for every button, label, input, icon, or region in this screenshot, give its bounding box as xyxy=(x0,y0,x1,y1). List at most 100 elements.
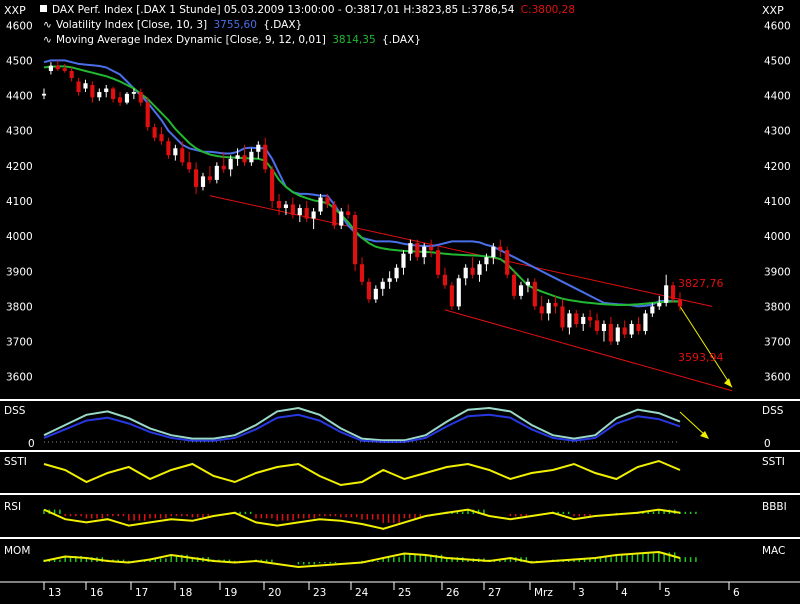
candle-up xyxy=(284,204,288,208)
candle-down xyxy=(159,134,163,141)
candle-down xyxy=(76,81,80,92)
candle-up xyxy=(381,282,385,289)
legend[interactable]: DAX Perf. Index [.DAX 1 Stunde] 05.03.20… xyxy=(40,4,575,46)
candle-down xyxy=(678,299,682,306)
mom-label-right: MAC xyxy=(762,545,785,557)
y-tick-label-right: 3900 xyxy=(764,266,791,278)
y-tick-label-left: 4200 xyxy=(6,161,33,173)
candle-up xyxy=(519,285,523,296)
candle-up xyxy=(215,166,219,180)
candle-up xyxy=(650,306,654,313)
candle-up xyxy=(298,208,302,215)
candle-up xyxy=(132,92,136,94)
candle-down xyxy=(595,320,599,331)
candle-up xyxy=(104,89,108,93)
dss-zero-left: 0 xyxy=(28,438,35,450)
candle-up xyxy=(643,313,647,331)
dss-label-left: DSS xyxy=(4,405,26,417)
candle-up xyxy=(173,148,177,155)
y-tick-label-right: 3700 xyxy=(764,337,791,349)
candle-up xyxy=(464,268,468,279)
candle-down xyxy=(360,264,364,282)
candle-down xyxy=(353,215,357,264)
x-tick-label: 4 xyxy=(621,587,628,599)
candle-down xyxy=(415,243,419,257)
moving-average-legend-icon: ∿ xyxy=(43,34,52,46)
candle-up xyxy=(235,155,239,159)
legend-main-text: DAX Perf. Index [.DAX 1 Stunde] 05.03.20… xyxy=(52,4,515,16)
candle-up xyxy=(125,94,129,103)
y-tick-label-right: 3800 xyxy=(764,301,791,313)
y-tick-label-right: 4100 xyxy=(764,196,791,208)
candle-up xyxy=(256,145,260,152)
candle-down xyxy=(70,71,74,78)
symbol-left-label: XXP xyxy=(4,4,26,17)
x-tick-label: 27 xyxy=(488,587,501,599)
candle-down xyxy=(263,145,267,170)
candle-down xyxy=(291,204,295,215)
candle-up xyxy=(567,313,571,327)
candle-up xyxy=(484,257,488,264)
upper-trend-line xyxy=(210,196,712,307)
dss-zero-right: 0 xyxy=(764,438,771,450)
candle-up xyxy=(657,303,661,307)
candle-down xyxy=(505,250,509,275)
candle-down xyxy=(118,97,122,102)
candle-up xyxy=(616,327,620,341)
dss-signal-line xyxy=(44,408,680,440)
candle-down xyxy=(139,92,143,103)
candle-up xyxy=(526,282,530,286)
chart-window: XXP XXP DAX Perf. Index [.DAX 1 Stunde] … xyxy=(0,0,800,600)
y-tick-label-right: 4300 xyxy=(764,126,791,138)
candle-down xyxy=(623,327,627,334)
rsi-label-left: RSI xyxy=(4,501,21,513)
candle-down xyxy=(533,282,537,307)
candle-down xyxy=(443,275,447,286)
x-tick-label: 23 xyxy=(313,587,326,599)
candle-up xyxy=(664,285,668,303)
upper-level-label: 3827,76 xyxy=(678,277,724,290)
oscillator-panels[interactable] xyxy=(44,408,709,567)
candle-up xyxy=(339,212,343,226)
y-tick-label-right: 3600 xyxy=(764,372,791,384)
candle-down xyxy=(63,68,67,71)
candle-down xyxy=(270,169,274,201)
projection-arrowhead xyxy=(724,378,732,387)
candle-down xyxy=(242,155,246,162)
time-axis: 1316171819202324252627Mrz3456 xyxy=(44,582,740,599)
trend-channel[interactable] xyxy=(210,196,732,391)
y-tick-label-right: 4400 xyxy=(764,91,791,103)
candle-up xyxy=(249,152,253,163)
legend-moving-average: Moving Average Index Dynamic [Close, 9, … xyxy=(56,34,421,46)
mom-label-left: MOM xyxy=(4,545,30,557)
y-tick-label-left: 4500 xyxy=(6,55,33,67)
projection-arrow xyxy=(680,306,732,387)
y-tick-label-right: 4200 xyxy=(764,161,791,173)
x-tick-label: 16 xyxy=(90,587,104,599)
candle-up xyxy=(97,92,101,97)
candle-up xyxy=(422,247,426,258)
candle-down xyxy=(305,208,309,219)
candle-up xyxy=(394,268,398,279)
symbol-right-label: XXP xyxy=(762,4,784,17)
legend-ma-name: Moving Average Index Dynamic [Close, 9, … xyxy=(56,34,326,46)
candle-down xyxy=(471,268,475,275)
y-axis-right: 4600450044004300420041004000390038003700… xyxy=(764,20,791,383)
x-tick-label: 25 xyxy=(398,587,411,599)
y-tick-label-right: 4600 xyxy=(764,20,791,32)
chart-svg[interactable]: XXP XXP DAX Perf. Index [.DAX 1 Stunde] … xyxy=(0,0,800,600)
candle-down xyxy=(574,313,578,324)
candle-up xyxy=(374,289,378,300)
candle-up xyxy=(477,264,481,275)
legend-volatility: Volatility Index [Close, 10, 3] 3755,60 … xyxy=(56,19,302,31)
legend-volatility-value: 3755,60 xyxy=(213,19,256,31)
candle-up xyxy=(401,254,405,268)
candle-down xyxy=(194,169,198,187)
dss-projection-arrow xyxy=(680,412,706,436)
legend-ma-suffix: {.DAX} xyxy=(382,34,421,46)
x-tick-label: 24 xyxy=(355,587,369,599)
candle-up xyxy=(42,94,46,96)
ssti-line xyxy=(44,461,680,485)
candle-down xyxy=(90,85,94,97)
x-tick-label: 6 xyxy=(733,587,740,599)
